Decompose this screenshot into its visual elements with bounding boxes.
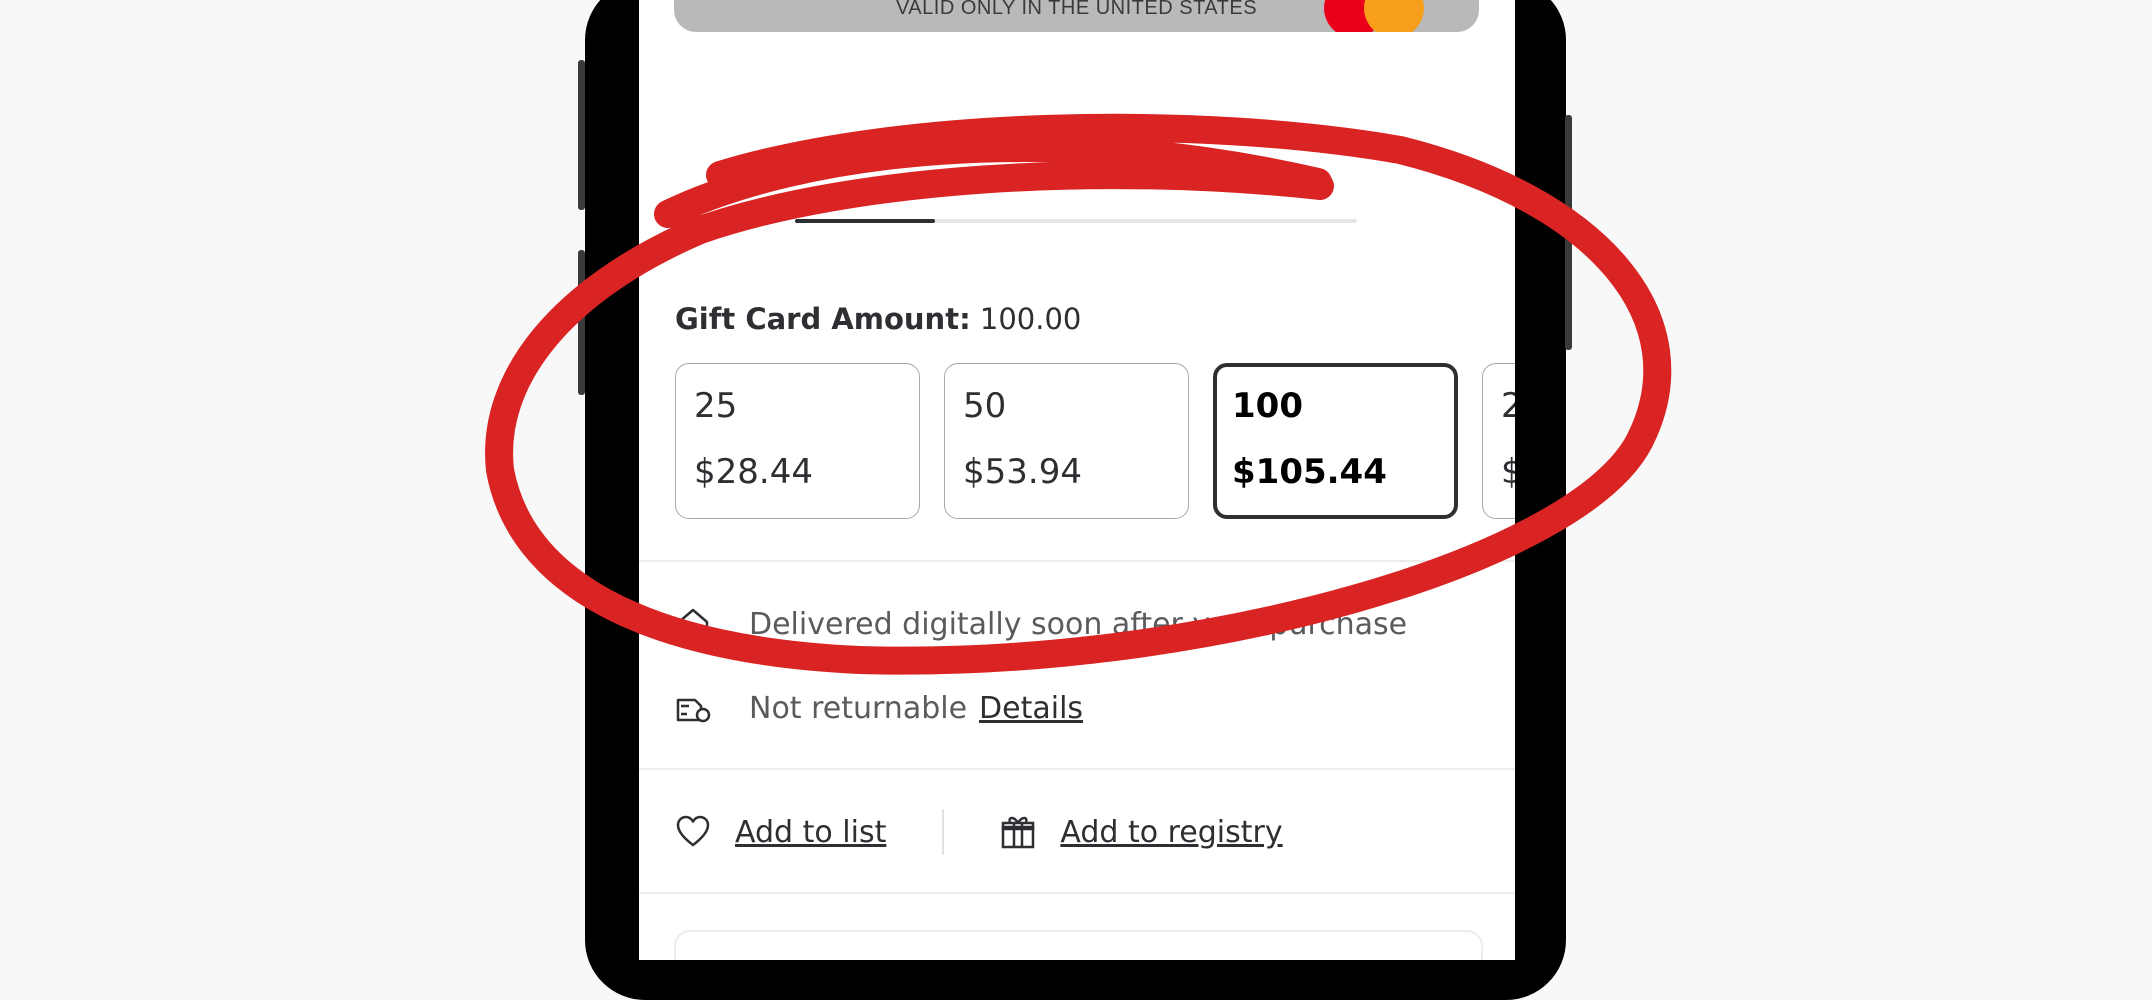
gift-card-image: VALID ONLY IN THE UNITED STATES — [674, 0, 1479, 32]
phone-side-button — [578, 60, 585, 210]
action-separator — [942, 809, 945, 855]
phone-side-button — [578, 250, 585, 395]
section-divider — [639, 892, 1515, 894]
list-actions-row: Add to list Add to registry — [675, 808, 1283, 856]
carousel-indicator-active — [795, 219, 935, 223]
card-legal-text: VALID ONLY IN THE UNITED STATES — [895, 0, 1258, 19]
option-price: $53.94 — [963, 452, 1082, 492]
delivery-text: Delivered digitally soon after your purc… — [749, 606, 1408, 642]
returns-info-row: Not returnable Details — [675, 686, 1083, 730]
gift-card-amount-label: Gift Card Amount: 100.00 — [675, 302, 1081, 336]
amount-option-partial[interactable]: 2 $ — [1482, 363, 1515, 519]
home-icon — [677, 608, 709, 641]
option-price: $28.44 — [694, 452, 813, 492]
option-price: $105.44 — [1232, 452, 1387, 492]
delivery-info-row: Delivered digitally soon after your purc… — [675, 602, 1407, 646]
amount-options: 25 $28.44 50 $53.94 100 $105.44 2 $ — [675, 363, 1515, 523]
amount-option-100[interactable]: 100 $105.44 — [1213, 363, 1458, 519]
option-face-value: 2 — [1501, 386, 1515, 426]
amount-label-title: Gift Card Amount: — [675, 302, 971, 336]
amount-selected-value: 100.00 — [979, 302, 1082, 336]
app-screen: VALID ONLY IN THE UNITED STATES Gift Car… — [639, 0, 1515, 960]
returns-text: Not returnable — [749, 690, 968, 726]
add-to-list-link[interactable]: Add to list — [735, 815, 886, 850]
option-price: $ — [1501, 452, 1515, 492]
image-carousel-indicator[interactable] — [795, 219, 1357, 223]
gift-icon — [1002, 816, 1035, 849]
amount-option-50[interactable]: 50 $53.94 — [944, 363, 1189, 519]
option-face-value: 25 — [694, 386, 738, 426]
amount-option-25[interactable]: 25 $28.44 — [675, 363, 920, 519]
option-face-value: 50 — [963, 386, 1007, 426]
next-section-card — [674, 930, 1483, 960]
option-face-value: 100 — [1232, 386, 1303, 426]
phone-power-button — [1565, 115, 1572, 350]
heart-icon — [676, 815, 710, 847]
add-to-registry-link[interactable]: Add to registry — [1060, 815, 1282, 850]
section-divider — [639, 560, 1515, 562]
return-icon — [676, 698, 711, 723]
returns-details-link[interactable]: Details — [979, 691, 1083, 726]
section-divider — [639, 768, 1515, 770]
